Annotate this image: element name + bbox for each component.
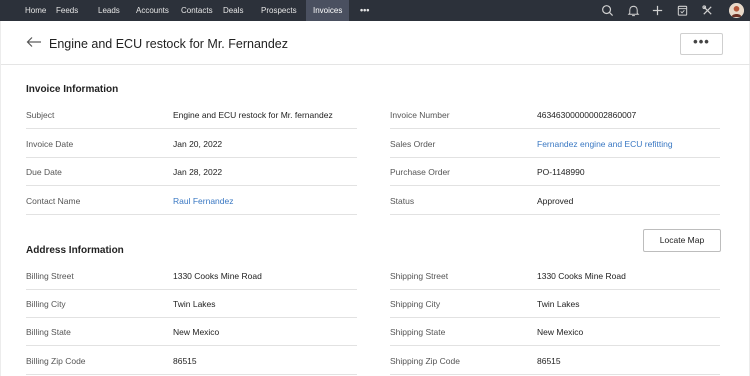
nav-tab-home[interactable]: Home (25, 0, 46, 21)
more-actions-button[interactable]: ••• (680, 33, 723, 55)
field-row: Subject Engine and ECU restock for Mr. fe… (26, 101, 357, 129)
field-row: Invoice Number 463463000000002860007 (390, 101, 720, 129)
nav-tab-leads[interactable]: Leads (98, 0, 120, 21)
nav-tab-contacts[interactable]: Contacts (181, 0, 213, 21)
invoice-information-heading: Invoice Information (26, 84, 119, 95)
field-value: 463463000000002860007 (537, 110, 637, 120)
field-value: 1330 Cooks Mine Road (173, 271, 262, 281)
field-label: Invoice Number (390, 110, 450, 120)
field-row: Billing Street 1330 Cooks Mine Road (26, 262, 357, 290)
field-row: Shipping Street 1330 Cooks Mine Road (390, 262, 720, 290)
field-label: Due Date (26, 167, 62, 178)
field-row: Shipping City Twin Lakes (390, 290, 720, 319)
field-label: Billing Zip Code (26, 355, 86, 366)
field-row: Status Approved (390, 187, 720, 216)
field-value: Jan 20, 2022 (173, 138, 223, 149)
field-row: Shipping State New Mexico (390, 318, 720, 347)
field-value: New Mexico (537, 327, 584, 338)
nav-tab-invoices[interactable]: Invoices (306, 0, 350, 21)
field-value: New Mexico (173, 327, 220, 338)
field-label: Shipping State (390, 327, 446, 338)
field-value: 86515 (173, 355, 197, 366)
bell-icon[interactable] (627, 4, 640, 17)
user-avatar[interactable] (729, 3, 744, 18)
field-row: Contact Name Raul Fernandez (26, 187, 357, 216)
field-value: Approved (537, 196, 574, 207)
field-row: Sales Order Fernandez engine and ECU refi… (390, 130, 720, 158)
field-label: Subject (26, 110, 55, 120)
field-value-link[interactable]: Raul Fernandez (173, 187, 233, 215)
locate-map-button[interactable]: Locate Map (643, 229, 721, 252)
field-value: 86515 (537, 355, 561, 366)
field-value: 1330 Cooks Mine Road (537, 271, 626, 281)
field-label: Billing City (26, 299, 66, 310)
field-value: PO-1148990 (537, 167, 585, 178)
nav-tab-feeds[interactable]: Feeds (56, 0, 78, 21)
field-row: Billing Zip Code 86515 (26, 347, 357, 375)
field-row: Due Date Jan 28, 2022 (26, 158, 357, 187)
field-label: Shipping Zip Code (390, 355, 460, 366)
field-row: Purchase Order PO-1148990 (390, 158, 720, 187)
record-header: Engine and ECU restock for Mr. Fernandez… (1, 21, 750, 65)
page-title: Engine and ECU restock for Mr. Fernandez (49, 37, 289, 51)
nav-tab-prospects[interactable]: Prospects (261, 0, 297, 21)
field-label: Contact Name (26, 196, 81, 207)
field-label: Purchase Order (390, 167, 450, 178)
field-label: Billing State (26, 327, 71, 338)
field-value: Twin Lakes (173, 299, 216, 310)
field-row: Invoice Date Jan 20, 2022 (26, 130, 357, 158)
calendar-icon[interactable] (676, 4, 689, 17)
plus-icon[interactable] (651, 4, 664, 17)
field-label: Sales Order (390, 138, 436, 149)
top-navigation-bar: Home Feeds Leads Accounts Contacts Deals Prosp… (0, 0, 750, 21)
field-value: Engine and ECU restock for Mr. fernandez (173, 110, 333, 120)
field-value: Jan 28, 2022 (173, 167, 223, 178)
address-information-heading: Address Information (26, 245, 124, 256)
field-row: Billing State New Mexico (26, 318, 357, 347)
field-label: Shipping City (390, 299, 441, 310)
field-label: Shipping Street (390, 271, 449, 281)
nav-tab-accounts[interactable]: Accounts (136, 0, 169, 21)
nav-tab-deals[interactable]: Deals (223, 0, 243, 21)
field-label: Billing Street (26, 271, 74, 281)
field-row: Billing City Twin Lakes (26, 290, 357, 319)
invoice-detail-panel: Engine and ECU restock for Mr. Fernandez… (0, 21, 750, 376)
field-row: Shipping Zip Code 86515 (390, 347, 720, 375)
field-value-link[interactable]: Fernandez engine and ECU refitting (537, 130, 673, 158)
more-modules-button[interactable]: ••• (360, 0, 369, 21)
search-icon[interactable] (601, 4, 614, 17)
field-label: Status (390, 196, 415, 207)
field-label: Invoice Date (26, 138, 74, 149)
back-arrow-icon[interactable] (26, 36, 42, 48)
tools-icon[interactable] (701, 4, 714, 17)
field-value: Twin Lakes (537, 299, 580, 310)
